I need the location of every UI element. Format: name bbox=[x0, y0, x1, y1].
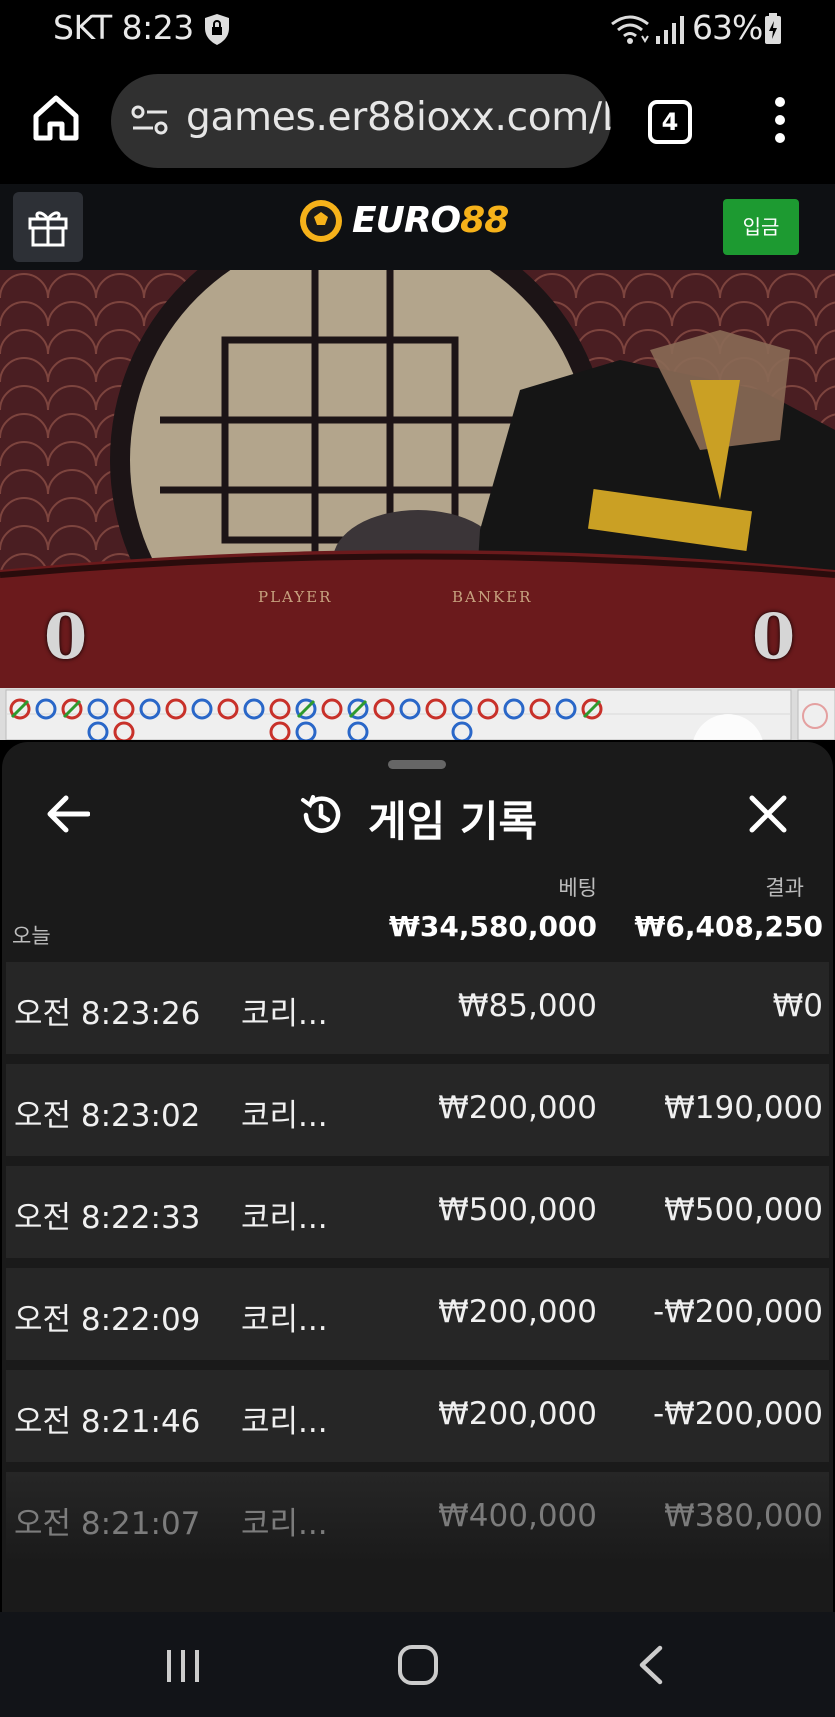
player-score: 0 bbox=[44, 600, 88, 673]
site-header: EURO88 입금 bbox=[0, 184, 835, 271]
row-result: -₩200,000 bbox=[652, 1294, 823, 1330]
url-text[interactable]: games.er88ioxx.com/L bbox=[186, 95, 611, 140]
status-bar: SKT 8:23 63% bbox=[0, 0, 835, 60]
back-nav-icon[interactable] bbox=[636, 1644, 666, 1686]
home-nav-icon[interactable] bbox=[397, 1644, 439, 1686]
logo-text: EURO88 bbox=[352, 200, 509, 241]
history-icon bbox=[301, 795, 341, 833]
row-time: 오전 8:23:02 bbox=[14, 1098, 201, 1134]
row-game: 코리... bbox=[241, 1200, 328, 1236]
tab-switcher-button[interactable]: 4 bbox=[648, 100, 692, 144]
system-nav-bar bbox=[0, 1612, 835, 1717]
drag-handle[interactable] bbox=[388, 760, 446, 769]
home-icon[interactable] bbox=[30, 92, 82, 144]
gift-icon bbox=[28, 211, 68, 247]
column-header-result: 결과 bbox=[765, 876, 804, 900]
row-result: ₩190,000 bbox=[664, 1090, 823, 1126]
row-bet: ₩85,000 bbox=[457, 988, 597, 1024]
row-game: 코리... bbox=[241, 1404, 328, 1440]
gift-button[interactable] bbox=[13, 192, 83, 262]
close-icon[interactable] bbox=[748, 794, 788, 834]
history-list: 오전 8:23:26 코리... ₩85,000 ₩0 오전 8:23:02 코… bbox=[6, 962, 829, 1574]
row-bet: ₩400,000 bbox=[438, 1498, 597, 1534]
row-time: 오전 8:21:46 bbox=[14, 1404, 201, 1440]
live-video: 0 PLAYER BANKER 0 bbox=[0, 270, 835, 688]
menu-icon[interactable] bbox=[768, 92, 792, 148]
row-result: -₩200,000 bbox=[652, 1396, 823, 1432]
history-row[interactable]: 오전 8:23:26 코리... ₩85,000 ₩0 bbox=[6, 962, 829, 1054]
game-history-sheet: 게임 기록 베팅 결과 오늘 ₩34,580,000 ₩6,408,250 오전… bbox=[2, 742, 833, 1612]
bead-road-marks bbox=[5, 689, 835, 740]
sheet-title: 게임 기록 bbox=[368, 797, 538, 846]
browser-toolbar: games.er88ioxx.com/L 4 bbox=[0, 60, 835, 184]
banker-label: BANKER bbox=[452, 588, 533, 606]
row-result: ₩380,000 bbox=[664, 1498, 823, 1534]
column-header-bet: 베팅 bbox=[558, 876, 597, 900]
video-scene bbox=[0, 270, 835, 688]
row-bet: ₩200,000 bbox=[438, 1294, 597, 1330]
battery-icon bbox=[765, 13, 781, 44]
row-result: ₩0 bbox=[772, 988, 823, 1024]
address-bar[interactable]: games.er88ioxx.com/L bbox=[111, 74, 611, 168]
soccer-ball-icon bbox=[300, 200, 342, 242]
row-bet: ₩200,000 bbox=[438, 1396, 597, 1432]
battery-percent: 63% bbox=[692, 8, 763, 47]
summary-label: 오늘 bbox=[12, 924, 51, 948]
lock-icon bbox=[205, 14, 229, 45]
row-bet: ₩500,000 bbox=[438, 1192, 597, 1228]
row-result: ₩500,000 bbox=[664, 1192, 823, 1228]
wifi-icon bbox=[611, 15, 649, 44]
row-time: 오전 8:23:26 bbox=[14, 996, 201, 1032]
history-row[interactable]: 오전 8:21:46 코리... ₩200,000 -₩200,000 bbox=[6, 1370, 829, 1462]
row-game: 코리... bbox=[241, 1098, 328, 1134]
summary-result-total: ₩6,408,250 bbox=[634, 910, 823, 943]
back-arrow-icon[interactable] bbox=[46, 792, 90, 836]
row-bet: ₩200,000 bbox=[438, 1090, 597, 1126]
history-row[interactable]: 오전 8:22:33 코리... ₩500,000 ₩500,000 bbox=[6, 1166, 829, 1258]
signal-icon bbox=[656, 16, 684, 44]
row-time: 오전 8:21:07 bbox=[14, 1506, 201, 1542]
banker-score: 0 bbox=[752, 600, 796, 673]
site-info-icon[interactable] bbox=[131, 104, 169, 138]
carrier-time: SKT 8:23 bbox=[53, 8, 194, 47]
recent-apps-icon[interactable] bbox=[163, 1646, 203, 1686]
bead-road bbox=[0, 688, 835, 740]
row-time: 오전 8:22:33 bbox=[14, 1200, 201, 1236]
row-game: 코리... bbox=[241, 1506, 328, 1542]
history-row[interactable]: 오전 8:21:07 코리... ₩400,000 ₩380,000 bbox=[6, 1472, 829, 1564]
row-game: 코리... bbox=[241, 1302, 328, 1338]
row-game: 코리... bbox=[241, 996, 328, 1032]
history-row[interactable]: 오전 8:23:02 코리... ₩200,000 ₩190,000 bbox=[6, 1064, 829, 1156]
row-time: 오전 8:22:09 bbox=[14, 1302, 201, 1338]
history-row[interactable]: 오전 8:22:09 코리... ₩200,000 -₩200,000 bbox=[6, 1268, 829, 1360]
summary-bet-total: ₩34,580,000 bbox=[388, 910, 597, 943]
deposit-button[interactable]: 입금 bbox=[723, 199, 799, 255]
player-label: PLAYER bbox=[258, 588, 333, 606]
